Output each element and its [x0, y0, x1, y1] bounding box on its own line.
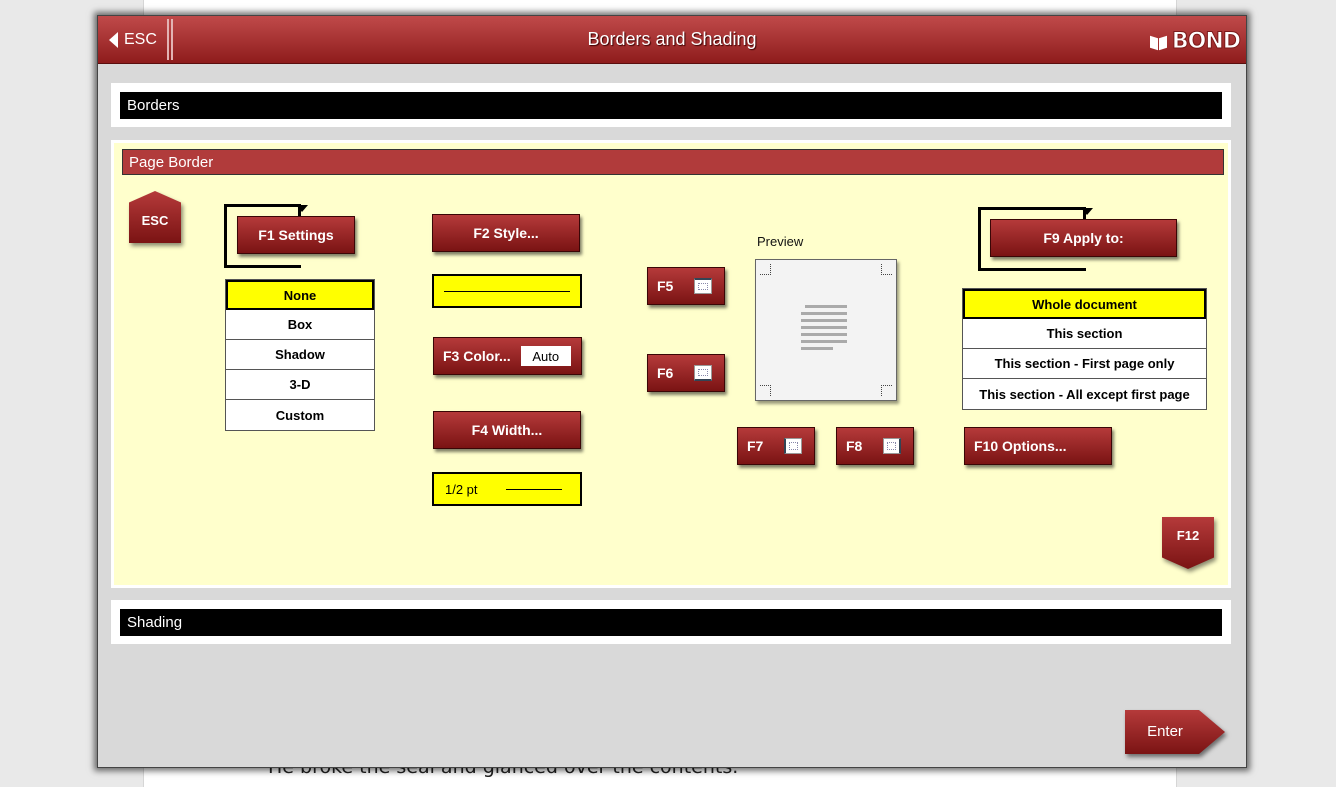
f6-bottom-border-button[interactable]: F6: [647, 354, 725, 392]
setting-none[interactable]: None: [226, 280, 374, 310]
border-preview: [755, 259, 897, 401]
preview-corner: [760, 264, 771, 275]
f8-right-border-button[interactable]: F8: [836, 427, 914, 465]
preview-text-line: [801, 340, 847, 343]
borders-and-shading-dialog: Borders and Shading ESC BOND Borders Pag…: [97, 15, 1247, 768]
esc-back-button[interactable]: ESC: [101, 19, 169, 60]
apply-bracket-top: [1083, 207, 1086, 219]
settings-list: None Box Shadow 3-D Custom: [225, 279, 375, 431]
settings-bracket-top: [298, 204, 301, 216]
setting-shadow[interactable]: Shadow: [226, 340, 374, 370]
color-value: Auto: [520, 346, 571, 366]
setting-custom[interactable]: Custom: [226, 400, 374, 430]
width-line-sample: [506, 489, 562, 490]
preview-text-line: [801, 333, 847, 336]
f4-width-button[interactable]: F4 Width...: [433, 411, 581, 449]
enter-button[interactable]: Enter: [1125, 710, 1225, 754]
preview-text-line: [801, 312, 847, 315]
f2-style-label: F2 Style...: [473, 225, 539, 241]
back-arrow-icon: [109, 31, 118, 48]
style-line-sample: [444, 291, 570, 292]
esc-label: ESC: [124, 30, 157, 48]
titlebar: Borders and Shading ESC BOND: [98, 16, 1246, 64]
dialog-title: Borders and Shading: [587, 29, 757, 49]
apply-all-except-first[interactable]: This section - All except first page: [963, 379, 1206, 409]
page-border-panel: Page Border ESC F1 Settings None Box Sha…: [111, 140, 1231, 588]
apply-to-list: Whole document This section This section…: [962, 288, 1207, 410]
preview-corner: [881, 385, 892, 396]
f2-style-button[interactable]: F2 Style...: [432, 214, 580, 252]
f6-label: F6: [657, 365, 674, 381]
f12-label: F12: [1176, 528, 1200, 543]
width-field[interactable]: 1/2 pt: [432, 472, 582, 506]
shading-section: Shading: [111, 600, 1231, 644]
setting-box[interactable]: Box: [226, 310, 374, 340]
f12-next-button[interactable]: F12: [1162, 517, 1214, 569]
book-icon: [1149, 35, 1168, 50]
f7-left-border-button[interactable]: F7: [737, 427, 815, 465]
width-value: 1/2 pt: [445, 482, 478, 497]
f10-options-label: F10 Options...: [974, 438, 1067, 454]
panel-esc-label: ESC: [141, 213, 169, 228]
panel-esc-button[interactable]: ESC: [129, 191, 181, 243]
preview-corner: [881, 264, 892, 275]
right-border-icon: [883, 438, 901, 454]
preview-label: Preview: [757, 234, 804, 249]
preview-text-line: [805, 305, 847, 308]
f1-settings-label: F1 Settings: [258, 227, 334, 243]
logo-text: BOND: [1171, 29, 1241, 55]
preview-corner: [760, 385, 771, 396]
preview-text-line: [801, 326, 847, 329]
enter-label: Enter: [1147, 723, 1183, 740]
bond-logo: BOND: [1149, 29, 1242, 55]
f9-apply-to-label: F9 Apply to:: [1043, 230, 1124, 246]
setting-3d[interactable]: 3-D: [226, 370, 374, 400]
titlebar-divider: [171, 19, 173, 60]
f12-shape: [1162, 517, 1214, 569]
f5-top-border-button[interactable]: F5: [647, 267, 725, 305]
top-border-icon: [694, 278, 712, 294]
f8-label: F8: [846, 438, 863, 454]
bottom-border-icon: [694, 365, 712, 381]
f9-apply-to-button[interactable]: F9 Apply to:: [990, 219, 1177, 257]
f10-options-button[interactable]: F10 Options...: [964, 427, 1112, 465]
f3-color-label: F3 Color...: [443, 348, 511, 364]
f1-settings-button[interactable]: F1 Settings: [237, 216, 355, 254]
f5-label: F5: [657, 278, 674, 294]
shading-header[interactable]: Shading: [120, 609, 1222, 636]
page-border-header: Page Border: [122, 149, 1224, 175]
borders-section: Borders: [111, 83, 1231, 127]
f7-label: F7: [747, 438, 764, 454]
apply-first-page-only[interactable]: This section - First page only: [963, 349, 1206, 379]
borders-header[interactable]: Borders: [120, 92, 1222, 119]
apply-whole-document[interactable]: Whole document: [963, 289, 1206, 319]
style-preview-field[interactable]: [432, 274, 582, 308]
apply-this-section[interactable]: This section: [963, 319, 1206, 349]
f3-color-button[interactable]: F3 Color... Auto: [433, 337, 582, 375]
f4-width-label: F4 Width...: [471, 422, 543, 438]
preview-text-line: [801, 319, 847, 322]
left-border-icon: [784, 438, 802, 454]
preview-text-line: [801, 347, 833, 350]
